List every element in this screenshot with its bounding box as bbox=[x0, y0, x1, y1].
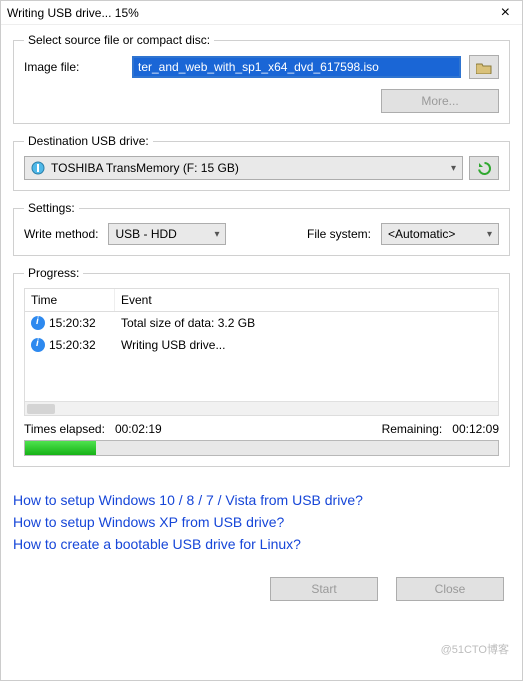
status-line: Times elapsed: 00:02:19 Remaining: 00:12… bbox=[24, 422, 499, 436]
source-group: Select source file or compact disc: Imag… bbox=[13, 33, 510, 124]
file-system-label: File system: bbox=[307, 227, 371, 241]
link-bootable-linux[interactable]: How to create a bootable USB drive for L… bbox=[13, 533, 510, 555]
progress-group: Progress: Time Event 15:20:32 Total size… bbox=[13, 266, 510, 467]
image-file-input[interactable]: ter_and_web_with_sp1_x64_dvd_617598.iso bbox=[132, 56, 461, 78]
remaining-value: 00:12:09 bbox=[452, 422, 499, 436]
chevron-down-icon: ▾ bbox=[214, 229, 219, 240]
col-time-header: Time bbox=[25, 289, 115, 311]
title-bar: Writing USB drive... 15% × bbox=[1, 1, 522, 25]
window-title: Writing USB drive... 15% bbox=[7, 6, 139, 20]
progress-bar bbox=[24, 440, 499, 456]
chevron-down-icon: ▾ bbox=[487, 229, 492, 240]
scrollbar-thumb[interactable] bbox=[27, 404, 55, 414]
elapsed-label: Times elapsed: bbox=[24, 422, 105, 436]
info-icon bbox=[31, 338, 45, 352]
watermark: @51CTO博客 bbox=[441, 641, 509, 657]
destination-group: Destination USB drive: TOSHIBA TransMemo… bbox=[13, 134, 510, 191]
content-area: Select source file or compact disc: Imag… bbox=[1, 25, 522, 481]
row-time: 15:20:32 bbox=[49, 338, 96, 352]
footer-buttons: Start Close bbox=[1, 555, 522, 613]
write-method-select[interactable]: USB - HDD ▾ bbox=[108, 223, 226, 245]
progress-table: Time Event 15:20:32 Total size of data: … bbox=[24, 288, 499, 416]
elapsed-value: 00:02:19 bbox=[115, 422, 162, 436]
progress-table-body: 15:20:32 Total size of data: 3.2 GB 15:2… bbox=[25, 312, 498, 415]
close-icon[interactable]: × bbox=[495, 3, 516, 23]
folder-icon bbox=[476, 61, 492, 74]
close-button[interactable]: Close bbox=[396, 577, 504, 601]
progress-legend: Progress: bbox=[24, 266, 83, 280]
horizontal-scrollbar[interactable] bbox=[25, 401, 498, 415]
row-time: 15:20:32 bbox=[49, 316, 96, 330]
table-row: 15:20:32 Writing USB drive... bbox=[25, 334, 498, 356]
write-method-label: Write method: bbox=[24, 227, 98, 241]
row-event: Writing USB drive... bbox=[115, 334, 498, 356]
settings-legend: Settings: bbox=[24, 201, 79, 215]
link-setup-win10[interactable]: How to setup Windows 10 / 8 / 7 / Vista … bbox=[13, 489, 510, 511]
image-file-label: Image file: bbox=[24, 60, 124, 74]
browse-button[interactable] bbox=[469, 55, 499, 79]
settings-group: Settings: Write method: USB - HDD ▾ File… bbox=[13, 201, 510, 256]
drive-text: TOSHIBA TransMemory (F: 15 GB) bbox=[51, 161, 239, 175]
progress-table-header: Time Event bbox=[25, 289, 498, 312]
col-event-header: Event bbox=[115, 289, 498, 311]
info-icon bbox=[31, 316, 45, 330]
progress-bar-fill bbox=[25, 441, 96, 455]
help-links: How to setup Windows 10 / 8 / 7 / Vista … bbox=[1, 481, 522, 555]
write-method-value: USB - HDD bbox=[115, 227, 176, 241]
link-setup-winxp[interactable]: How to setup Windows XP from USB drive? bbox=[13, 511, 510, 533]
destination-legend: Destination USB drive: bbox=[24, 134, 153, 148]
table-row: 15:20:32 Total size of data: 3.2 GB bbox=[25, 312, 498, 334]
row-event: Total size of data: 3.2 GB bbox=[115, 312, 498, 334]
file-system-value: <Automatic> bbox=[388, 227, 455, 241]
usb-drive-icon bbox=[31, 161, 45, 175]
source-legend: Select source file or compact disc: bbox=[24, 33, 214, 47]
start-button[interactable]: Start bbox=[270, 577, 378, 601]
file-system-select[interactable]: <Automatic> ▾ bbox=[381, 223, 499, 245]
drive-select[interactable]: TOSHIBA TransMemory (F: 15 GB) ▾ bbox=[24, 156, 463, 180]
image-file-value: ter_and_web_with_sp1_x64_dvd_617598.iso bbox=[138, 60, 379, 74]
more-button[interactable]: More... bbox=[381, 89, 499, 113]
refresh-icon bbox=[477, 161, 492, 176]
remaining-label: Remaining: bbox=[382, 422, 443, 436]
chevron-down-icon: ▾ bbox=[451, 163, 456, 174]
refresh-button[interactable] bbox=[469, 156, 499, 180]
